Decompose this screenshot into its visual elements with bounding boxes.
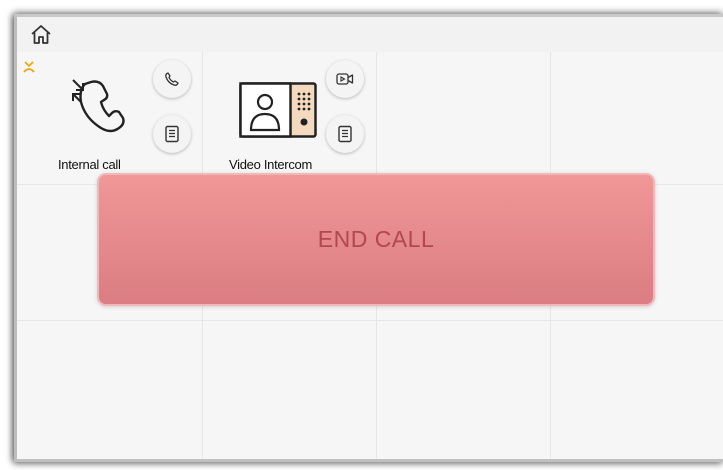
empty-tile [377, 52, 551, 185]
intercom-log-button[interactable] [326, 115, 364, 153]
call-button[interactable] [153, 60, 191, 98]
tile-label: Internal call [58, 157, 121, 172]
phone-icon [165, 72, 179, 86]
end-call-label: END CALL [317, 226, 435, 252]
video-door-station-icon [239, 82, 317, 138]
video-camera-icon [336, 73, 354, 85]
tile-label: Video Intercom [229, 157, 312, 172]
tile-internal-call[interactable]: Internal call [17, 52, 203, 185]
top-bar [17, 17, 723, 53]
video-call-button[interactable] [326, 60, 364, 98]
log-list-icon [165, 125, 179, 143]
handset-transfer-icon [72, 79, 125, 133]
home-icon[interactable] [29, 23, 53, 47]
empty-tile [377, 321, 551, 459]
empty-tile [17, 321, 203, 459]
tile-video-intercom[interactable]: Video Intercom [203, 52, 377, 185]
empty-tile [551, 321, 723, 459]
missed-call-icon [23, 61, 35, 73]
empty-tile [203, 321, 377, 459]
end-call-button[interactable]: END CALL [97, 173, 655, 306]
app-window: Internal call Video Intercom END CALL [14, 14, 723, 462]
empty-tile [551, 52, 723, 185]
log-list-icon [338, 125, 352, 143]
call-log-button[interactable] [153, 115, 191, 153]
